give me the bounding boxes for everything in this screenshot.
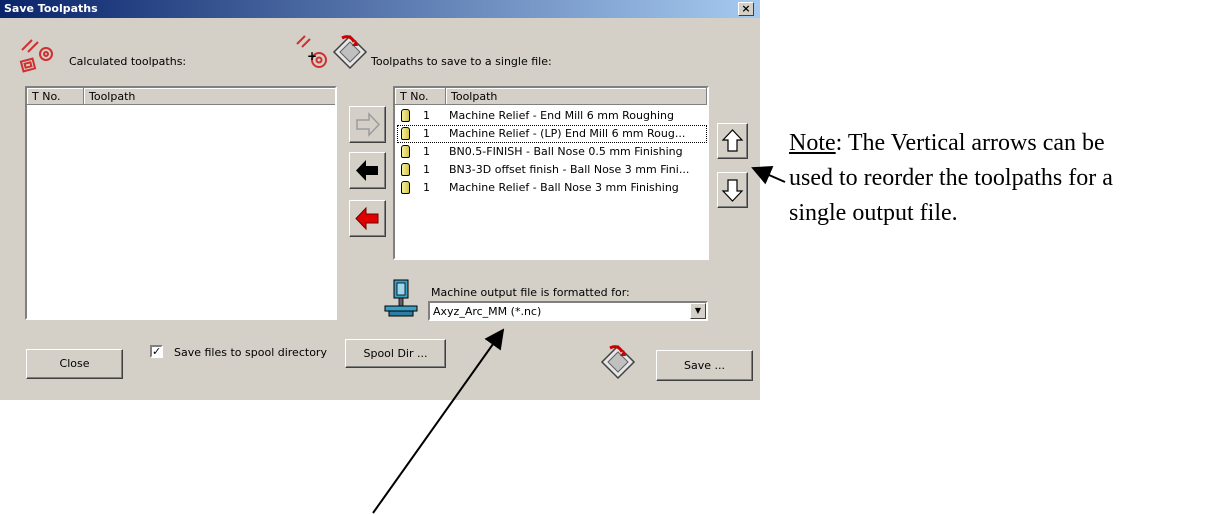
toolpath-cell: BN3-3D offset finish - Ball Nose 3 mm Fi… (449, 163, 690, 176)
tno-cell: 1 (423, 109, 430, 122)
list-header: T No. Toolpath (395, 88, 707, 105)
tool-icon (401, 163, 410, 176)
title-bar: Save Toolpaths (0, 0, 760, 18)
move-up-button[interactable] (717, 123, 748, 159)
save-toolpaths-dialog: Save Toolpaths × Calculated toolpaths: T… (0, 0, 760, 400)
toolpath-cell: Machine Relief - End Mill 6 mm Roughing (449, 109, 674, 122)
move-left-button[interactable] (349, 152, 386, 189)
toolpath-cell: Machine Relief - Ball Nose 3 mm Finishin… (449, 181, 679, 194)
arrow-right-icon (356, 112, 381, 137)
column-toolpath[interactable]: Toolpath (84, 88, 335, 105)
arrow-up-icon (721, 129, 744, 152)
tno-cell: 1 (423, 127, 430, 140)
arrow-left-red-icon (355, 206, 379, 231)
note-prefix: Note (789, 130, 836, 156)
machine-icon (384, 279, 418, 317)
tno-cell: 1 (423, 145, 430, 158)
list-item[interactable]: 1 BN0.5-FINISH - Ball Nose 0.5 mm Finish… (397, 143, 707, 161)
tool-icon (401, 109, 410, 122)
arrow-down-icon (721, 179, 744, 202)
toolpaths-icon (19, 39, 53, 73)
column-tno[interactable]: T No. (395, 88, 446, 105)
arrow-left-icon (356, 160, 378, 181)
window-title: Save Toolpaths (4, 2, 98, 15)
save-button[interactable]: Save ... (656, 350, 753, 381)
list-item[interactable]: 1 BN3-3D offset finish - Ball Nose 3 mm … (397, 161, 707, 179)
chevron-down-icon[interactable]: ▼ (690, 303, 706, 319)
tool-icon (401, 145, 410, 158)
list-header: T No. Toolpath (27, 88, 335, 105)
spool-checkbox[interactable]: ✓ (150, 345, 163, 358)
list-item[interactable]: 1 Machine Relief - (LP) End Mill 6 mm Ro… (397, 125, 707, 143)
column-tno[interactable]: T No. (27, 88, 84, 105)
toolpath-cell: BN0.5-FINISH - Ball Nose 0.5 mm Finishin… (449, 145, 683, 158)
move-all-left-button[interactable] (349, 200, 386, 237)
calculated-toolpaths-list[interactable]: T No. Toolpath (25, 86, 337, 320)
list-item[interactable]: 1 Machine Relief - End Mill 6 mm Roughin… (397, 107, 707, 125)
tno-cell: 1 (423, 163, 430, 176)
toolpaths-to-save-label: Toolpaths to save to a single file: (371, 55, 552, 68)
save-disk-icon (600, 344, 636, 380)
spool-dir-button[interactable]: Spool Dir ... (345, 339, 446, 368)
move-down-button[interactable] (717, 172, 748, 208)
tno-cell: 1 (423, 181, 430, 194)
toolpath-cell: Machine Relief - (LP) End Mill 6 mm Roug… (449, 127, 686, 140)
toolpaths-add-icon: + (296, 35, 327, 68)
svg-text:+: + (307, 49, 317, 63)
calculated-toolpaths-label: Calculated toolpaths: (69, 55, 187, 68)
machine-output-label: Machine output file is formatted for: (431, 286, 630, 299)
machine-output-selected: Axyz_Arc_MM (*.nc) (433, 305, 542, 318)
window-close-button[interactable]: × (738, 2, 754, 16)
save-disk-icon (332, 34, 368, 70)
close-button[interactable]: Close (26, 349, 123, 379)
list-item[interactable]: 1 Machine Relief - Ball Nose 3 mm Finish… (397, 179, 707, 197)
spool-checkbox-label: Save files to spool directory (174, 346, 327, 359)
annotation-note: Note: The Vertical arrows can be used to… (789, 126, 1113, 231)
toolpaths-to-save-list[interactable]: T No. Toolpath 1 Machine Relief - End Mi… (393, 86, 709, 260)
note-line3: single output file. (789, 200, 958, 226)
column-toolpath[interactable]: Toolpath (446, 88, 707, 105)
tool-icon (401, 181, 410, 194)
note-line2: used to reorder the toolpaths for a (789, 165, 1113, 191)
move-right-button[interactable] (349, 106, 386, 143)
note-line1: : The Vertical arrows can be (835, 130, 1105, 156)
tool-icon (401, 127, 410, 140)
machine-output-select[interactable]: Axyz_Arc_MM (*.nc) ▼ (428, 301, 708, 321)
